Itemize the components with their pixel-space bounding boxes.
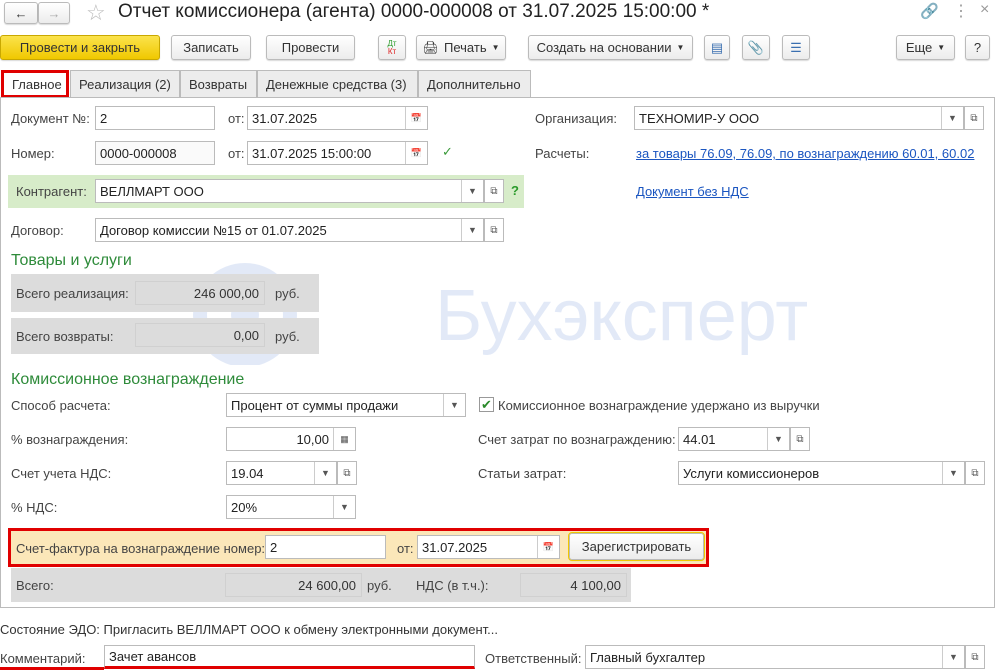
list-icon[interactable]: ☰ (782, 35, 810, 60)
chevron-down-icon: ▼ (676, 43, 685, 52)
commission-heading: Комиссионное вознаграждение (11, 371, 245, 388)
chevron-down-icon: ▼ (937, 43, 946, 52)
comment-input[interactable]: Зачет авансов (104, 645, 475, 669)
vat-total-value: 4 100,00 (520, 573, 627, 597)
invoice-date-input[interactable]: 31.07.2025 📅 (417, 535, 560, 559)
commission-percent-input[interactable]: 10,00 ▦ (226, 427, 356, 451)
dt-kt-button[interactable]: Дт Кт (378, 35, 406, 60)
vat-account-select[interactable]: 19.04 ▼ (226, 461, 337, 485)
chevron-down-icon[interactable]: ▼ (333, 496, 355, 518)
calendar-icon[interactable]: 📅 (537, 536, 559, 558)
vat-document-link[interactable]: Документ без НДС (636, 184, 749, 199)
goods-heading: Товары и услуги (11, 252, 132, 269)
document-date-input[interactable]: 31.07.2025 📅 (247, 106, 428, 130)
chevron-down-icon[interactable]: ▼ (443, 394, 465, 416)
open-icon[interactable]: ⧉ (484, 179, 504, 203)
calculator-icon[interactable]: ▦ (333, 428, 355, 450)
withheld-checkbox[interactable]: ✔ (479, 397, 494, 412)
calculation-method-select[interactable]: Процент от суммы продажи ▼ (226, 393, 466, 417)
tab-additional[interactable]: Дополнительно (418, 70, 531, 97)
open-icon[interactable]: ⧉ (790, 427, 810, 451)
counterparty-select[interactable]: ВЕЛЛМАРТ ООО ▼ (95, 179, 484, 203)
settlements-link[interactable]: за товары 76.09, 76.09, по вознаграждени… (636, 146, 974, 161)
edo-status[interactable]: Состояние ЭДО: Пригласить ВЕЛЛМАРТ ООО к… (0, 622, 498, 637)
total-value: 24 600,00 (225, 573, 362, 597)
open-icon[interactable]: ⧉ (964, 106, 984, 130)
open-icon[interactable]: ⧉ (965, 645, 985, 669)
tab-main[interactable]: Главное (1, 70, 69, 98)
print-button[interactable]: 🖨 Печать ▼ (416, 35, 506, 60)
more-button[interactable]: Еще ▼ (896, 35, 955, 60)
chevron-down-icon[interactable]: ▼ (942, 646, 964, 668)
help-button[interactable]: ? (965, 35, 990, 60)
open-icon[interactable]: ⧉ (965, 461, 985, 485)
document-number-input[interactable]: 2 (95, 106, 215, 130)
status-check-icon: ✓ (442, 144, 453, 159)
calendar-icon[interactable]: 📅 (405, 142, 427, 164)
open-icon[interactable]: ⧉ (484, 218, 504, 242)
vat-rate-select[interactable]: 20% ▼ (226, 495, 356, 519)
help-icon[interactable]: ? (511, 183, 519, 198)
favorite-star-icon[interactable]: ☆ (86, 0, 106, 26)
chevron-down-icon[interactable]: ▼ (942, 462, 964, 484)
structure-icon[interactable]: ▤ (704, 35, 730, 60)
number-date-input[interactable]: 31.07.2025 15:00:00 📅 (247, 141, 428, 165)
number-input[interactable]: 0000-000008 (95, 141, 215, 165)
calendar-icon[interactable]: 📅 (405, 107, 427, 129)
post-button[interactable]: Провести (266, 35, 355, 60)
contract-select[interactable]: Договор комиссии №15 от 01.07.2025 ▼ (95, 218, 484, 242)
organization-select[interactable]: ТЕХНОМИР-У ООО ▼ (634, 106, 964, 130)
responsible-select[interactable]: Главный бухгалтер ▼ (585, 645, 965, 669)
tab-sales[interactable]: Реализация (2) (70, 70, 180, 97)
link-icon[interactable]: 🔗 (920, 2, 939, 20)
more-dots-icon[interactable]: ⋮ (953, 1, 969, 21)
sales-total-value: 246 000,00 (135, 281, 265, 305)
post-and-close-button[interactable]: Провести и закрыть (0, 35, 160, 60)
back-button[interactable]: ← (4, 2, 38, 24)
returns-total-value: 0,00 (135, 323, 265, 347)
tab-cash[interactable]: Денежные средства (3) (257, 70, 418, 97)
chevron-down-icon: ▼ (491, 43, 500, 52)
save-button[interactable]: Записать (171, 35, 251, 60)
chevron-down-icon[interactable]: ▼ (461, 219, 483, 241)
cost-items-select[interactable]: Услуги комиссионеров ▼ (678, 461, 965, 485)
chevron-down-icon[interactable]: ▼ (461, 180, 483, 202)
printer-icon: 🖨 (422, 39, 439, 55)
window-title: Отчет комиссионера (агента) 0000-000008 … (118, 1, 710, 22)
forward-button[interactable]: → (38, 2, 70, 24)
register-button[interactable]: Зарегистрировать (568, 532, 705, 561)
chevron-down-icon[interactable]: ▼ (314, 462, 336, 484)
open-icon[interactable]: ⧉ (337, 461, 357, 485)
chevron-down-icon[interactable]: ▼ (941, 107, 963, 129)
close-icon[interactable]: × (980, 1, 989, 19)
cost-account-select[interactable]: 44.01 ▼ (678, 427, 790, 451)
attachment-icon[interactable]: 📎 (742, 35, 770, 60)
create-based-on-button[interactable]: Создать на основании ▼ (528, 35, 693, 60)
invoice-number-input[interactable]: 2 (265, 535, 386, 559)
tab-returns[interactable]: Возвраты (180, 70, 257, 97)
chevron-down-icon[interactable]: ▼ (767, 428, 789, 450)
